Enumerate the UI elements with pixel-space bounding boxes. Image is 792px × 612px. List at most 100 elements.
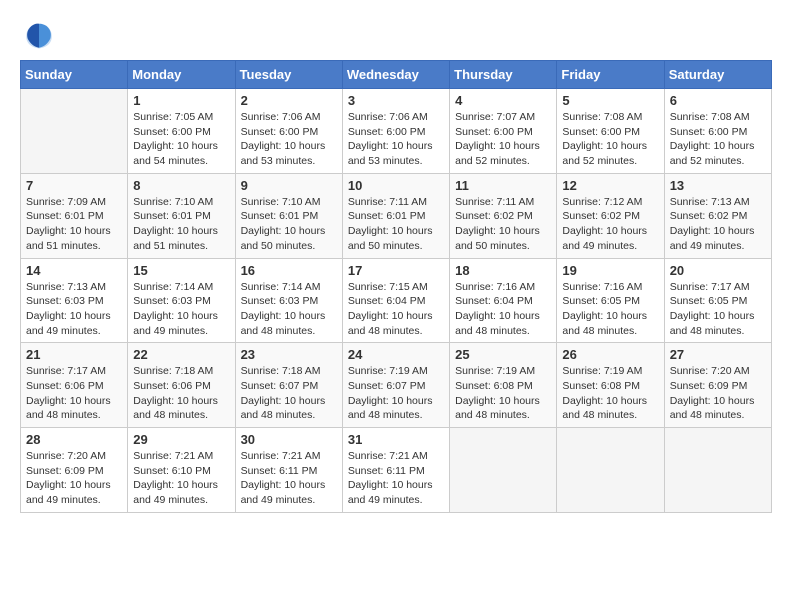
day-info: Sunrise: 7:14 AMSunset: 6:03 PMDaylight:…	[133, 280, 229, 339]
calendar-cell: 28Sunrise: 7:20 AMSunset: 6:09 PMDayligh…	[21, 428, 128, 513]
day-info: Sunrise: 7:13 AMSunset: 6:03 PMDaylight:…	[26, 280, 122, 339]
day-number: 10	[348, 178, 444, 193]
calendar-cell: 23 Sunrise: 7:18 AMSunset: 6:07 PMDayligh…	[235, 343, 342, 428]
day-info: Sunrise: 7:08 AMSunset: 6:00 PMDaylight:…	[562, 110, 658, 169]
day-number: 20	[670, 263, 766, 278]
day-info: Sunrise: 7:19 AMSunset: 6:08 PMDaylight:…	[455, 364, 551, 423]
day-number: 26	[562, 347, 658, 362]
day-number: 4	[455, 93, 551, 108]
calendar-cell: 30 Sunrise: 7:21 AMSunset: 6:11 PMDayligh…	[235, 428, 342, 513]
day-number: 17	[348, 263, 444, 278]
day-info: Sunrise: 7:11 AMSunset: 6:02 PMDaylight:…	[455, 195, 551, 254]
calendar-cell: 21 Sunrise: 7:17 AMSunset: 6:06 PMDayligh…	[21, 343, 128, 428]
weekday-header: Friday	[557, 61, 664, 89]
calendar-cell: 31 Sunrise: 7:21 AMSunset: 6:11 PMDayligh…	[342, 428, 449, 513]
day-info: Sunrise: 7:17 AMSunset: 6:06 PMDaylight:…	[26, 364, 122, 423]
weekday-header: Thursday	[450, 61, 557, 89]
calendar-cell: 19 Sunrise: 7:16 AMSunset: 6:05 PMDayligh…	[557, 258, 664, 343]
calendar-cell: 17 Sunrise: 7:15 AMSunset: 6:04 PMDayligh…	[342, 258, 449, 343]
day-number: 8	[133, 178, 229, 193]
calendar-cell: 2Sunrise: 7:06 AMSunset: 6:00 PMDaylight…	[235, 89, 342, 174]
day-info: Sunrise: 7:08 AMSunset: 6:00 PMDaylight:…	[670, 110, 766, 169]
day-number: 6	[670, 93, 766, 108]
weekday-header: Monday	[128, 61, 235, 89]
logo-icon	[24, 20, 54, 50]
calendar-cell: 6 Sunrise: 7:08 AMSunset: 6:00 PMDaylight…	[664, 89, 771, 174]
calendar-cell: 3 Sunrise: 7:06 AMSunset: 6:00 PMDaylight…	[342, 89, 449, 174]
day-info: Sunrise: 7:15 AMSunset: 6:04 PMDaylight:…	[348, 280, 444, 339]
day-number: 16	[241, 263, 337, 278]
calendar-cell	[557, 428, 664, 513]
page-header	[20, 20, 772, 50]
day-number: 5	[562, 93, 658, 108]
day-number: 21	[26, 347, 122, 362]
calendar-cell: 7Sunrise: 7:09 AMSunset: 6:01 PMDaylight…	[21, 173, 128, 258]
calendar-cell: 25 Sunrise: 7:19 AMSunset: 6:08 PMDayligh…	[450, 343, 557, 428]
day-info: Sunrise: 7:16 AMSunset: 6:05 PMDaylight:…	[562, 280, 658, 339]
day-number: 15	[133, 263, 229, 278]
day-number: 19	[562, 263, 658, 278]
day-info: Sunrise: 7:18 AMSunset: 6:07 PMDaylight:…	[241, 364, 337, 423]
logo	[20, 20, 56, 50]
calendar-cell: 4Sunrise: 7:07 AMSunset: 6:00 PMDaylight…	[450, 89, 557, 174]
calendar-cell: 12 Sunrise: 7:12 AMSunset: 6:02 PMDayligh…	[557, 173, 664, 258]
day-info: Sunrise: 7:06 AMSunset: 6:00 PMDaylight:…	[241, 110, 337, 169]
day-number: 12	[562, 178, 658, 193]
day-number: 9	[241, 178, 337, 193]
day-number: 23	[241, 347, 337, 362]
day-number: 11	[455, 178, 551, 193]
weekday-header: Wednesday	[342, 61, 449, 89]
day-info: Sunrise: 7:13 AMSunset: 6:02 PMDaylight:…	[670, 195, 766, 254]
calendar-cell: 15 Sunrise: 7:14 AMSunset: 6:03 PMDayligh…	[128, 258, 235, 343]
day-info: Sunrise: 7:19 AMSunset: 6:08 PMDaylight:…	[562, 364, 658, 423]
calendar-cell	[450, 428, 557, 513]
calendar-cell: 5 Sunrise: 7:08 AMSunset: 6:00 PMDaylight…	[557, 89, 664, 174]
day-number: 30	[241, 432, 337, 447]
calendar-cell: 26 Sunrise: 7:19 AMSunset: 6:08 PMDayligh…	[557, 343, 664, 428]
day-info: Sunrise: 7:19 AMSunset: 6:07 PMDaylight:…	[348, 364, 444, 423]
day-number: 13	[670, 178, 766, 193]
day-info: Sunrise: 7:05 AMSunset: 6:00 PMDaylight:…	[133, 110, 229, 169]
day-number: 27	[670, 347, 766, 362]
day-info: Sunrise: 7:14 AMSunset: 6:03 PMDaylight:…	[241, 280, 337, 339]
day-info: Sunrise: 7:10 AMSunset: 6:01 PMDaylight:…	[133, 195, 229, 254]
day-number: 1	[133, 93, 229, 108]
calendar-cell: 1 Sunrise: 7:05 AMSunset: 6:00 PMDaylight…	[128, 89, 235, 174]
calendar-cell: 11 Sunrise: 7:11 AMSunset: 6:02 PMDayligh…	[450, 173, 557, 258]
day-info: Sunrise: 7:21 AMSunset: 6:11 PMDaylight:…	[241, 449, 337, 508]
day-number: 7	[26, 178, 122, 193]
weekday-header: Tuesday	[235, 61, 342, 89]
day-info: Sunrise: 7:16 AMSunset: 6:04 PMDaylight:…	[455, 280, 551, 339]
day-info: Sunrise: 7:21 AMSunset: 6:11 PMDaylight:…	[348, 449, 444, 508]
day-number: 3	[348, 93, 444, 108]
calendar-cell: 22Sunrise: 7:18 AMSunset: 6:06 PMDayligh…	[128, 343, 235, 428]
day-info: Sunrise: 7:17 AMSunset: 6:05 PMDaylight:…	[670, 280, 766, 339]
calendar-cell: 16 Sunrise: 7:14 AMSunset: 6:03 PMDayligh…	[235, 258, 342, 343]
day-number: 25	[455, 347, 551, 362]
day-number: 29	[133, 432, 229, 447]
day-info: Sunrise: 7:20 AMSunset: 6:09 PMDaylight:…	[26, 449, 122, 508]
day-info: Sunrise: 7:12 AMSunset: 6:02 PMDaylight:…	[562, 195, 658, 254]
day-info: Sunrise: 7:06 AMSunset: 6:00 PMDaylight:…	[348, 110, 444, 169]
day-info: Sunrise: 7:21 AMSunset: 6:10 PMDaylight:…	[133, 449, 229, 508]
day-info: Sunrise: 7:18 AMSunset: 6:06 PMDaylight:…	[133, 364, 229, 423]
calendar-cell: 18 Sunrise: 7:16 AMSunset: 6:04 PMDayligh…	[450, 258, 557, 343]
calendar-table: SundayMondayTuesdayWednesdayThursdayFrid…	[20, 60, 772, 513]
day-info: Sunrise: 7:10 AMSunset: 6:01 PMDaylight:…	[241, 195, 337, 254]
calendar-cell: 10 Sunrise: 7:11 AMSunset: 6:01 PMDayligh…	[342, 173, 449, 258]
calendar-cell: 27Sunrise: 7:20 AMSunset: 6:09 PMDayligh…	[664, 343, 771, 428]
calendar-cell: 9 Sunrise: 7:10 AMSunset: 6:01 PMDaylight…	[235, 173, 342, 258]
day-number: 24	[348, 347, 444, 362]
calendar-cell: 20 Sunrise: 7:17 AMSunset: 6:05 PMDayligh…	[664, 258, 771, 343]
calendar-cell	[21, 89, 128, 174]
weekday-header: Sunday	[21, 61, 128, 89]
day-info: Sunrise: 7:11 AMSunset: 6:01 PMDaylight:…	[348, 195, 444, 254]
day-number: 31	[348, 432, 444, 447]
calendar-cell: 8 Sunrise: 7:10 AMSunset: 6:01 PMDaylight…	[128, 173, 235, 258]
calendar-cell: 29 Sunrise: 7:21 AMSunset: 6:10 PMDayligh…	[128, 428, 235, 513]
day-number: 14	[26, 263, 122, 278]
calendar-cell: 14 Sunrise: 7:13 AMSunset: 6:03 PMDayligh…	[21, 258, 128, 343]
calendar-cell: 13 Sunrise: 7:13 AMSunset: 6:02 PMDayligh…	[664, 173, 771, 258]
day-number: 18	[455, 263, 551, 278]
weekday-header: Saturday	[664, 61, 771, 89]
